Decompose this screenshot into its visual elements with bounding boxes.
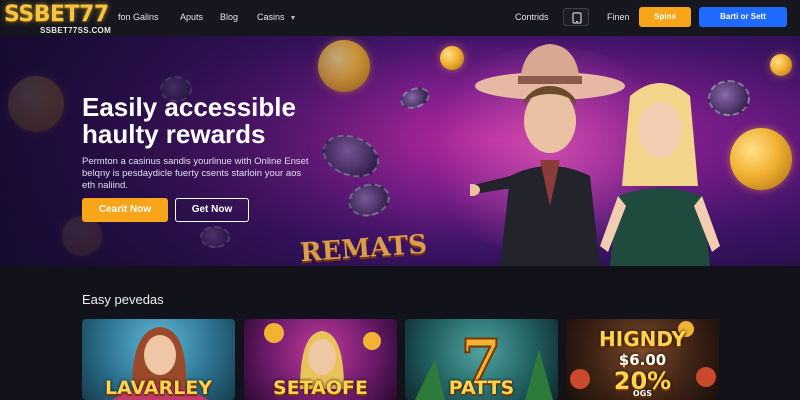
- woman-character-image: [600, 83, 720, 266]
- tablet-button[interactable]: [563, 8, 589, 26]
- nav-link-blog[interactable]: Blog: [220, 12, 238, 22]
- hero-title-line: haulty rewards: [82, 119, 266, 149]
- game-card-sub: OGS: [632, 389, 653, 398]
- brand-domain: SSBET77SS.COM: [40, 26, 112, 35]
- get-now-button[interactable]: Get Now: [175, 198, 249, 222]
- nav-link-casins-label: Casins: [257, 12, 285, 22]
- game-card-title: SETAOFE: [273, 377, 368, 399]
- hero-description-line: Permton a casinus sandis yourlinue with …: [82, 156, 309, 167]
- spins-button[interactable]: Spins: [639, 7, 691, 27]
- nav-link-galins[interactable]: fon Galins: [118, 12, 159, 22]
- game-card-title: LAVARLEY: [104, 377, 213, 399]
- nav-link-finen[interactable]: Finen: [607, 12, 630, 22]
- nav-link-aputs[interactable]: Aputs: [180, 12, 203, 22]
- tablet-icon: [572, 12, 582, 24]
- gold-coin-icon: [440, 46, 464, 70]
- gold-coin-icon: [730, 128, 792, 190]
- game-card-title: PATTS: [448, 377, 515, 399]
- nav-link-casins[interactable]: Casins ▼: [257, 12, 296, 22]
- game-card-title: HIGNDY: [599, 327, 686, 351]
- hero-banner: REMATS Easily accessible haulty rewards …: [0, 36, 800, 266]
- gold-coin-icon: [770, 54, 792, 76]
- game-card-setaofe[interactable]: SETAOFE: [244, 319, 397, 400]
- hero-description-line: eth naliind.: [82, 180, 128, 191]
- game-card-lavarley[interactable]: LAVARLEY: [82, 319, 235, 400]
- hero-text-backdrop: [0, 36, 420, 266]
- section-title: Easy pevedas: [82, 292, 164, 307]
- game-card-higndy[interactable]: HIGNDY $6.00 20% OGS: [566, 319, 719, 400]
- top-navbar: SSBET77 SSBET77SS.COM fon Galins Aputs B…: [0, 0, 800, 36]
- hero-description: Permton a casinus sandis yourlinue with …: [82, 156, 342, 192]
- chevron-down-icon: ▼: [289, 15, 297, 22]
- cearit-now-button[interactable]: Cearit Now: [82, 198, 168, 222]
- game-card-patts[interactable]: 7 PATTS: [405, 319, 558, 400]
- hero-title: Easily accessible haulty rewards: [82, 94, 382, 148]
- hero-description-line: belqny is pesdaydicle fuerty csents star…: [82, 168, 302, 179]
- hero-title-line: Easily accessible: [82, 92, 296, 122]
- nav-link-contrids[interactable]: Contrids: [515, 12, 549, 22]
- brand-logo-text: SSBET77: [4, 2, 109, 27]
- bet-or-sett-button[interactable]: Barti or Sett: [699, 7, 787, 27]
